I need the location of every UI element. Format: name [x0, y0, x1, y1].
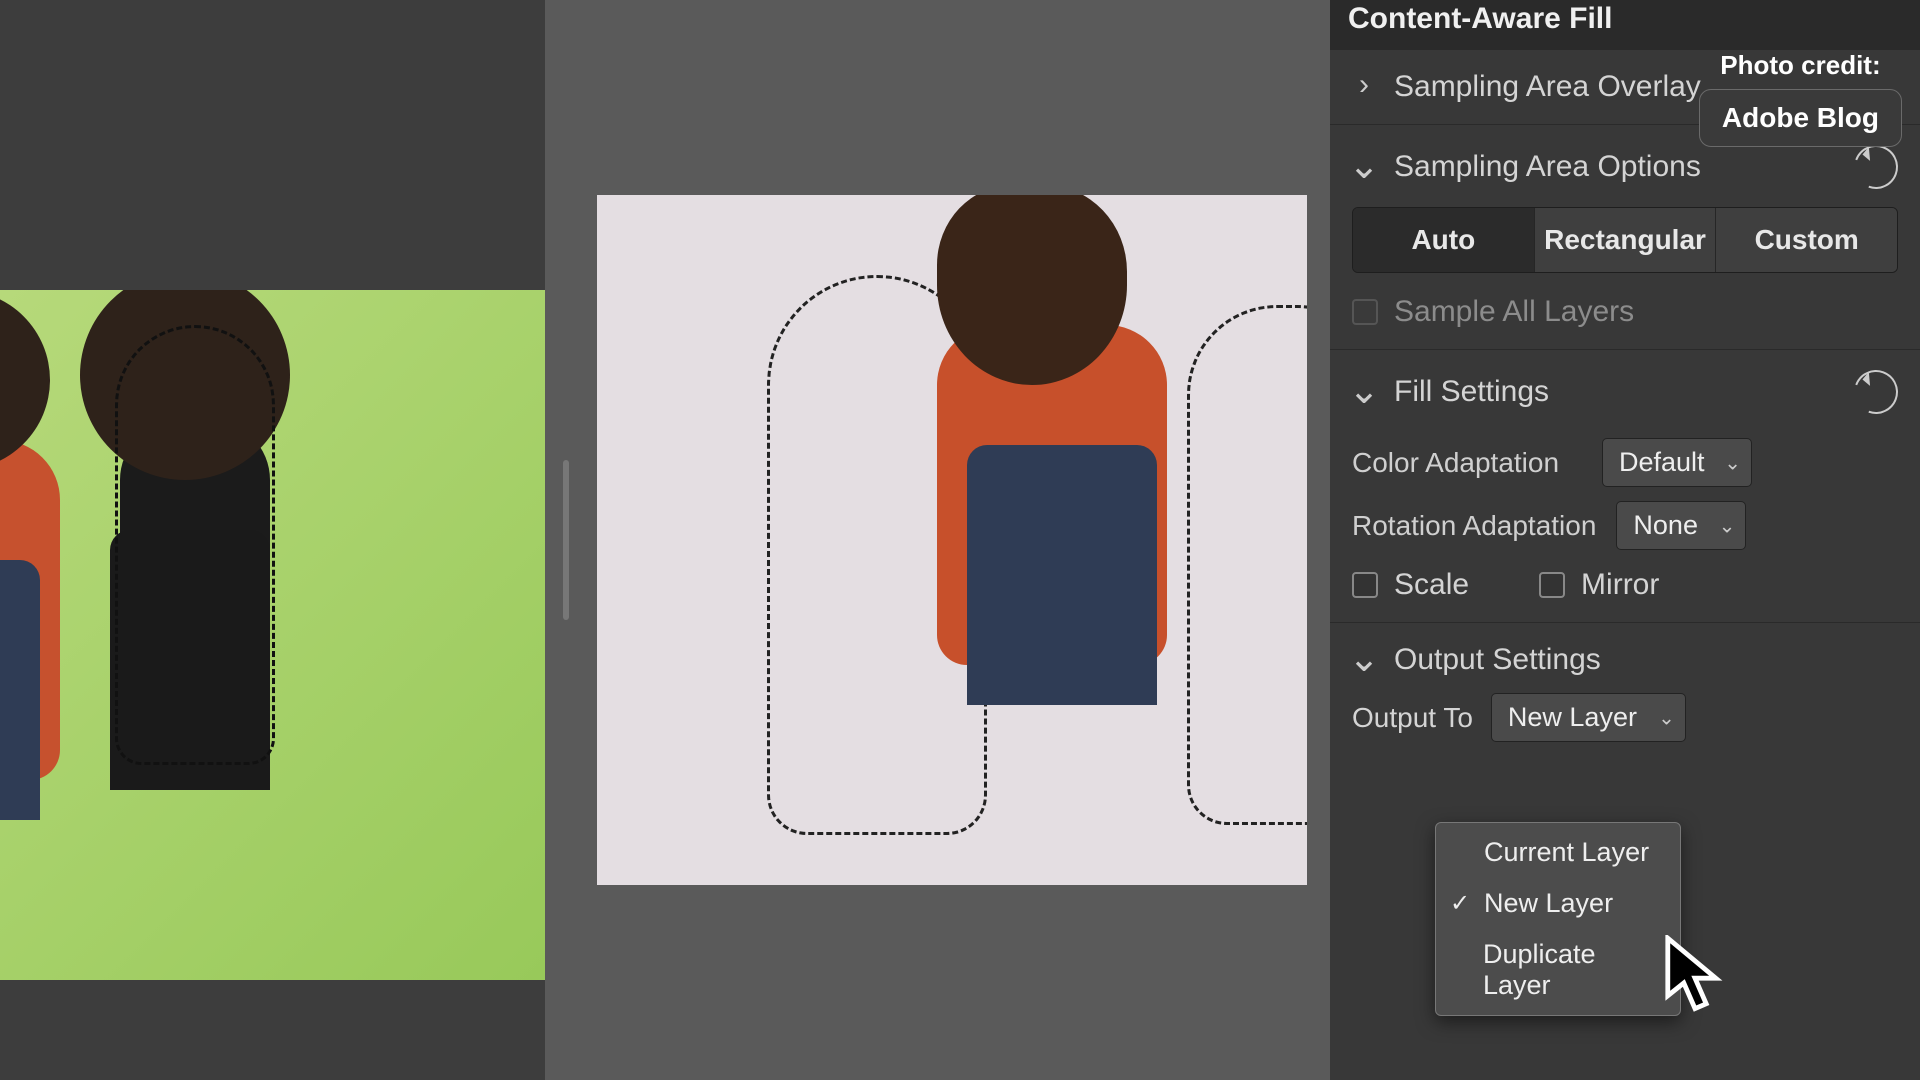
app-root: Content-Aware Fill Sampling Area Overlay… — [0, 0, 1920, 1080]
chevron-down-icon[interactable] — [1352, 378, 1376, 402]
dropdown-option-label: Current Layer — [1484, 837, 1649, 868]
removed-selection-outline-2 — [1187, 305, 1307, 825]
rotation-adaptation-value: None — [1633, 510, 1698, 540]
canvas-split — [0, 0, 1330, 1080]
chevron-down-icon[interactable] — [1352, 153, 1376, 177]
output-settings-section: Output Settings Output To New Layer ⌄ — [1330, 623, 1920, 762]
photo-credit-label: Photo credit: — [1699, 50, 1902, 81]
sampling-mode-segmented: Auto Rectangular Custom — [1352, 207, 1898, 273]
preview-canvas[interactable] — [587, 0, 1330, 1080]
rotation-adaptation-select[interactable]: None ⌄ — [1616, 501, 1746, 550]
scale-row[interactable]: Scale — [1352, 568, 1469, 602]
figure-orange-center — [967, 235, 1167, 665]
content-aware-fill-panel: Content-Aware Fill Sampling Area Overlay… — [1330, 0, 1920, 1080]
check-icon: ✓ — [1450, 889, 1472, 918]
dropdown-option-new-layer[interactable]: ✓ New Layer — [1436, 878, 1680, 929]
photo-credit: Photo credit: Adobe Blog — [1699, 50, 1902, 147]
scale-checkbox[interactable] — [1352, 572, 1378, 598]
panel-title: Content-Aware Fill — [1348, 2, 1612, 36]
output-to-select[interactable]: New Layer ⌄ — [1491, 693, 1686, 742]
sample-all-layers-checkbox — [1352, 299, 1378, 325]
mirror-checkbox[interactable] — [1539, 572, 1565, 598]
sampling-mode-auto[interactable]: Auto — [1353, 208, 1535, 272]
output-to-dropdown-menu: Current Layer ✓ New Layer Duplicate Laye… — [1435, 822, 1681, 1016]
sampling-mode-rectangular[interactable]: Rectangular — [1535, 208, 1717, 272]
color-adaptation-select[interactable]: Default ⌄ — [1602, 438, 1752, 487]
scale-label: Scale — [1394, 568, 1469, 602]
chevron-right-icon[interactable] — [1352, 73, 1376, 97]
mirror-row[interactable]: Mirror — [1539, 568, 1659, 602]
sampling-overlay-label: Sampling Area Overlay — [1394, 70, 1701, 104]
dropdown-option-label: Duplicate Layer — [1483, 939, 1662, 1001]
panel-title-bar: Content-Aware Fill — [1330, 0, 1920, 50]
canvas-divider[interactable] — [545, 0, 587, 1080]
output-settings-label: Output Settings — [1394, 643, 1601, 677]
sampling-area-options-section: Sampling Area Options Auto Rectangular C… — [1330, 125, 1920, 350]
source-canvas[interactable] — [0, 0, 545, 1080]
sampling-options-label: Sampling Area Options — [1394, 150, 1701, 184]
chevron-down-icon: ⌄ — [1724, 450, 1741, 475]
mirror-label: Mirror — [1581, 568, 1659, 602]
dropdown-option-current-layer[interactable]: Current Layer — [1436, 827, 1680, 878]
source-image — [0, 290, 545, 980]
chevron-down-icon: ⌄ — [1658, 705, 1675, 730]
sample-all-layers-label: Sample All Layers — [1394, 295, 1634, 329]
color-adaptation-label: Color Adaptation — [1352, 447, 1582, 479]
output-to-label: Output To — [1352, 702, 1473, 734]
reset-icon[interactable] — [1847, 363, 1905, 421]
sampling-mode-custom[interactable]: Custom — [1716, 208, 1897, 272]
preview-image — [597, 195, 1307, 885]
fill-settings-section: Fill Settings Color Adaptation Default ⌄… — [1330, 350, 1920, 623]
chevron-down-icon[interactable] — [1352, 646, 1376, 670]
canvas-area — [0, 0, 1330, 1080]
chevron-down-icon: ⌄ — [1719, 513, 1736, 538]
output-to-value: New Layer — [1508, 702, 1637, 732]
color-adaptation-value: Default — [1619, 447, 1705, 477]
fill-settings-label: Fill Settings — [1394, 375, 1549, 409]
figure-orange-left — [0, 350, 60, 780]
photo-credit-source: Adobe Blog — [1699, 89, 1902, 147]
rotation-adaptation-label: Rotation Adaptation — [1352, 510, 1596, 542]
figure-black-jacket — [120, 330, 270, 760]
dropdown-option-duplicate-layer[interactable]: Duplicate Layer — [1436, 929, 1680, 1011]
dropdown-option-label: New Layer — [1484, 888, 1613, 919]
sample-all-layers-row: Sample All Layers — [1352, 295, 1898, 329]
